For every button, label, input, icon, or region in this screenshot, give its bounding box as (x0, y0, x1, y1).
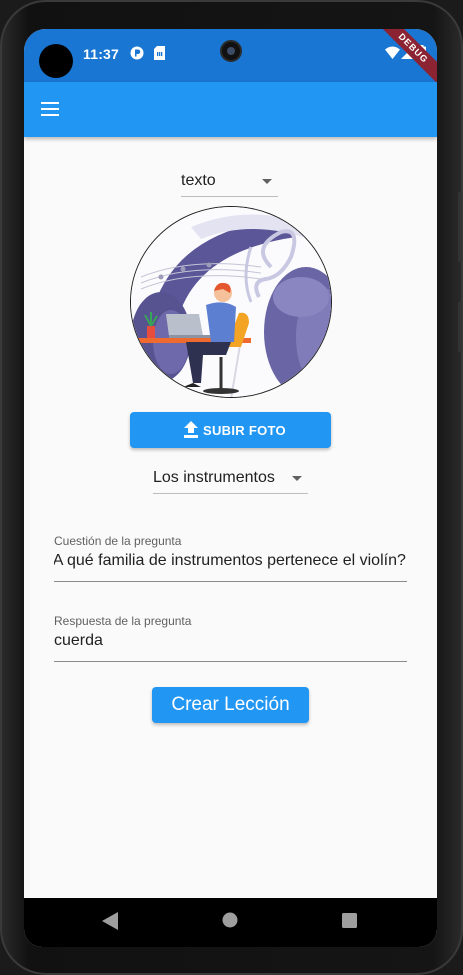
upload-photo-label: SUBIR FOTO (203, 423, 286, 438)
type-dropdown[interactable]: texto (181, 167, 278, 197)
upload-photo-button[interactable]: SUBIR FOTO (130, 412, 331, 448)
type-dropdown-value: texto (181, 172, 216, 189)
dropdown-arrow-icon (292, 476, 302, 481)
sim-card-icon (154, 46, 165, 60)
status-bar: 11:37 DEBUG (24, 29, 437, 90)
back-icon[interactable] (102, 912, 118, 930)
volume-button (458, 192, 462, 262)
phone-frame: 11:37 DEBUG texto SUBIR FOTO Los instrum… (0, 0, 463, 975)
topic-dropdown-value: Los instrumentos (153, 469, 275, 486)
lesson-photo (130, 206, 332, 398)
status-time: 11:37 (83, 46, 120, 62)
app-bar (24, 82, 437, 137)
answer-field[interactable]: Respuesta de la pregunta cuerda (54, 612, 407, 662)
question-field-value: ¿A qué familia de instrumentos pertenece… (54, 552, 406, 569)
create-lesson-button[interactable]: Crear Lección (152, 687, 309, 723)
dropdown-arrow-icon (262, 179, 272, 184)
upload-icon (184, 421, 198, 438)
hamburger-menu-icon[interactable] (38, 98, 62, 122)
answer-field-value: cuerda (54, 632, 103, 649)
app-screen: 11:37 DEBUG texto SUBIR FOTO Los instrum… (24, 29, 437, 947)
question-field[interactable]: Cuestión de la pregunta ¿A qué familia d… (54, 532, 407, 582)
front-camera-cutout (39, 44, 73, 78)
answer-field-label: Respuesta de la pregunta (54, 614, 192, 628)
recents-icon[interactable] (342, 913, 357, 928)
power-button (458, 302, 462, 352)
camera-lens (220, 40, 242, 62)
debug-banner: DEBUG (372, 29, 437, 90)
topic-dropdown[interactable]: Los instrumentos (153, 464, 308, 494)
wifi-icon (385, 46, 400, 59)
home-icon[interactable] (222, 912, 238, 928)
question-field-label: Cuestión de la pregunta (54, 534, 182, 548)
system-nav-bar (24, 898, 437, 947)
app-p-icon (130, 46, 144, 60)
music-illustration (131, 207, 331, 397)
